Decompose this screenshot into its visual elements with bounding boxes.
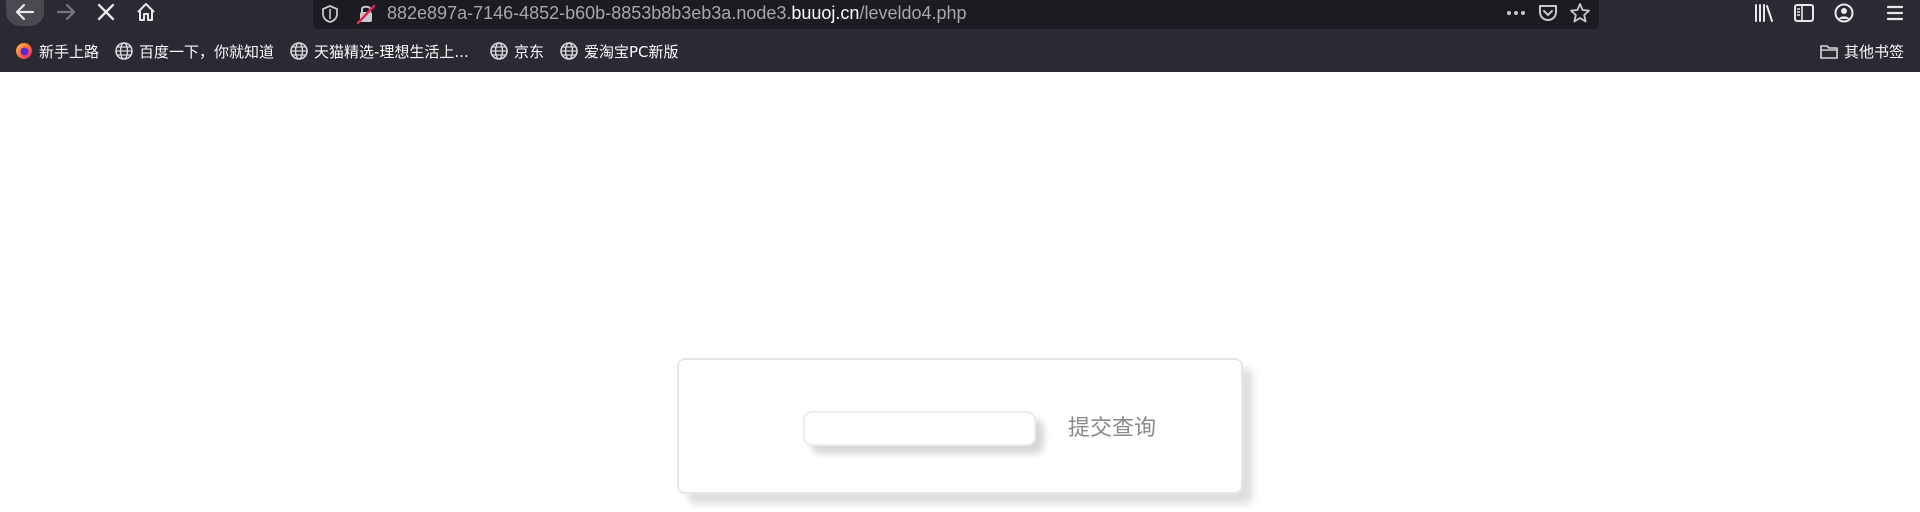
globe-icon [289, 41, 309, 61]
bookmark-item[interactable]: 百度一下，你就知道 [114, 40, 274, 62]
home-button[interactable] [128, 0, 164, 24]
query-input[interactable] [803, 411, 1036, 446]
url-bar[interactable]: 882e897a-7146-4852-b60b-8853b8b3eb3a.nod… [313, 0, 1599, 29]
browser-toolbar: 882e897a-7146-4852-b60b-8853b8b3eb3a.nod… [0, 0, 1920, 29]
menu-icon [1886, 5, 1904, 21]
globe-icon [114, 41, 134, 61]
bookmark-item[interactable]: 爱淘宝PC新版 [559, 40, 679, 62]
url-prefix: 882e897a-7146-4852-b60b-8853b8b3eb3a.nod… [387, 3, 792, 23]
more-icon[interactable] [1505, 2, 1527, 28]
firefox-icon [14, 41, 34, 61]
library-icon [1755, 4, 1773, 22]
insecure-lock-icon[interactable] [356, 3, 376, 29]
forward-button[interactable] [48, 0, 84, 24]
stop-icon [97, 3, 115, 21]
pocket-icon[interactable] [1537, 3, 1559, 27]
sidebar-button[interactable] [1792, 2, 1816, 24]
back-button[interactable] [6, 0, 44, 26]
forward-icon [56, 3, 76, 21]
url-text[interactable]: 882e897a-7146-4852-b60b-8853b8b3eb3a.nod… [387, 2, 967, 24]
bookmarks-bar: 新手上路 百度一下，你就知道 天猫精选-理想生活上... 京东 爱淘宝PC新版 … [0, 29, 1920, 72]
globe-icon [559, 41, 579, 61]
bookmark-label: 京东 [514, 42, 545, 61]
other-bookmarks-label: 其他书签 [1844, 42, 1905, 61]
library-button[interactable] [1752, 2, 1776, 24]
bookmark-label: 爱淘宝PC新版 [584, 42, 679, 61]
menu-button[interactable] [1883, 2, 1907, 24]
shield-icon[interactable] [321, 4, 339, 28]
globe-icon [489, 41, 509, 61]
home-icon [137, 3, 155, 21]
account-button[interactable] [1832, 2, 1856, 24]
sidebar-icon [1794, 4, 1814, 22]
other-bookmarks[interactable]: 其他书签 [1819, 40, 1904, 62]
bookmark-label: 天猫精选-理想生活上... [314, 42, 469, 61]
bookmark-item[interactable]: 新手上路 [14, 40, 99, 62]
folder-icon [1819, 41, 1839, 61]
url-domain: buuoj.cn [791, 3, 860, 23]
bookmark-item[interactable]: 京东 [489, 40, 544, 62]
bookmark-item[interactable]: 天猫精选-理想生活上... [289, 40, 469, 62]
url-path: /leveldo4.php [859, 3, 967, 23]
bookmark-label: 百度一下，你就知道 [139, 42, 275, 61]
stop-button[interactable] [88, 0, 124, 24]
back-icon [15, 3, 35, 21]
submit-query-button[interactable]: 提交查询 [1068, 414, 1156, 442]
bookmark-label: 新手上路 [39, 42, 100, 61]
account-icon [1834, 3, 1854, 23]
star-icon[interactable] [1569, 2, 1591, 28]
